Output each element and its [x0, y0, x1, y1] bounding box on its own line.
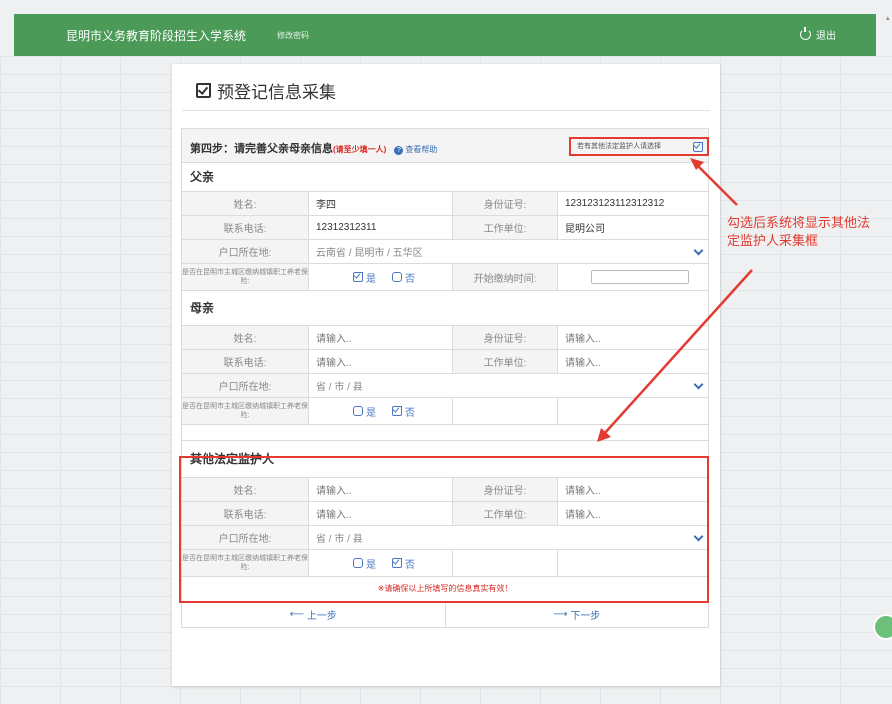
radio-no[interactable]: 否: [392, 270, 415, 285]
mother-work-input[interactable]: 请输入..: [558, 350, 708, 373]
mother-hukou-value: 省 / 市 / 县: [316, 382, 363, 393]
prev-step-button[interactable]: ⟵ 上一步: [182, 602, 446, 627]
label-work: 工作单位:: [453, 216, 558, 239]
chevron-down-icon: [693, 245, 704, 256]
label-name: 姓名:: [182, 326, 309, 349]
father-hukou-value: 云南省 / 昆明市 / 五华区: [316, 248, 423, 259]
mother-id-input[interactable]: 请输入..: [558, 326, 708, 349]
start-time-input[interactable]: [591, 270, 689, 284]
mother-phone-input[interactable]: 请输入..: [309, 350, 453, 373]
mother-insurance-radio[interactable]: 是 否: [309, 398, 453, 424]
mother-hukou-select[interactable]: 省 / 市 / 县: [309, 374, 708, 397]
help-label: 查看帮助: [405, 145, 438, 154]
father-row-phone: 联系电话: 12312312311 工作单位: 昆明公司: [182, 216, 708, 240]
no-label: 否: [405, 273, 415, 285]
yes-label: 是: [366, 407, 376, 419]
label-phone: 联系电话:: [182, 216, 309, 239]
label-phone: 联系电话:: [182, 350, 309, 373]
label-name: 姓名:: [182, 192, 309, 215]
unchecked-icon: [392, 272, 402, 282]
annotation-text: 勾选后系统将显示其他法定监护人采集框: [727, 215, 871, 248]
mother-row-name: 姓名: 请输入.. 身份证号: 请输入..: [182, 326, 708, 350]
step-navigation: ⟵ 上一步 ⟶ 下一步: [182, 602, 708, 627]
mother-row-hukou: 户口所在地: 省 / 市 / 县: [182, 374, 708, 398]
app-title: 昆明市义务教育阶段招生入学系统: [66, 29, 247, 43]
arrow-right-icon: ⟶: [553, 609, 571, 620]
scrollbar-up-arrow[interactable]: ▴: [886, 14, 890, 22]
edit-check-icon: [196, 83, 211, 98]
step-label: 第四步：请完善父亲母亲信息(请至少填一人) ? 查看帮助: [190, 140, 437, 156]
help-link[interactable]: ? 查看帮助: [394, 145, 438, 155]
label-hukou: 户口所在地:: [182, 240, 309, 263]
change-password-link[interactable]: 修改密码: [277, 30, 309, 41]
next-step-button[interactable]: ⟶ 下一步: [446, 602, 709, 627]
father-heading: 父亲: [182, 163, 708, 192]
page-title-text: 预登记信息采集: [217, 83, 336, 102]
no-label: 否: [405, 407, 415, 419]
mother-name-input[interactable]: 请输入..: [309, 326, 453, 349]
question-icon: ?: [394, 146, 404, 155]
other-guardian-label: 若有其他法定监护人请选择: [577, 143, 661, 150]
label-hukou: 户口所在地:: [182, 374, 309, 397]
page-title: 预登记信息采集: [196, 78, 336, 103]
step-title: 第四步：请完善父亲母亲信息: [190, 143, 333, 155]
radio-yes-selected[interactable]: 是: [353, 270, 376, 285]
father-work-input[interactable]: 昆明公司: [558, 216, 708, 239]
logout-button[interactable]: 退出: [800, 27, 836, 42]
empty-cell: [453, 398, 558, 424]
label-insurance: 是否在昆明市主城区缴纳城镇职工养老保险:: [182, 264, 309, 290]
top-navigation-bar: 昆明市义务教育阶段招生入学系统 修改密码 退出: [14, 14, 876, 56]
mother-row-phone: 联系电话: 请输入.. 工作单位: 请输入..: [182, 350, 708, 374]
checked-icon: [392, 406, 402, 416]
start-time-cell: [558, 264, 708, 290]
empty-cell: [558, 398, 708, 424]
father-row-name: 姓名: 李四 身份证号: 123123123112312312: [182, 192, 708, 216]
spacer: [182, 425, 708, 441]
radio-yes[interactable]: 是: [353, 404, 376, 419]
unchecked-icon: [353, 406, 363, 416]
guardian-highlight-frame: [179, 456, 709, 603]
power-icon: [800, 27, 811, 40]
mother-heading: 母亲: [182, 291, 708, 326]
label-id: 身份证号:: [453, 326, 558, 349]
checked-icon: [353, 272, 363, 282]
step-header: 第四步：请完善父亲母亲信息(请至少填一人) ? 查看帮助 若有其他法定监护人请选择: [182, 129, 709, 163]
label-insurance: 是否在昆明市主城区缴纳城镇职工养老保险:: [182, 398, 309, 424]
checkbox-checked-icon: [693, 142, 703, 152]
father-row-insurance: 是否在昆明市主城区缴纳城镇职工养老保险: 是 否 开始缴纳时间:: [182, 264, 708, 291]
prev-label: 上一步: [306, 611, 337, 622]
yes-label: 是: [366, 273, 376, 285]
arrow-left-icon: ⟵: [289, 609, 307, 620]
title-divider: [182, 110, 710, 111]
father-hukou-select[interactable]: 云南省 / 昆明市 / 五华区: [309, 240, 708, 263]
father-name-input[interactable]: 李四: [309, 192, 453, 215]
other-guardian-checkbox[interactable]: 若有其他法定监护人请选择: [569, 137, 709, 156]
father-insurance-radio[interactable]: 是 否: [309, 264, 453, 290]
chevron-down-icon: [693, 379, 704, 390]
father-id-input[interactable]: 123123123112312312: [558, 192, 708, 215]
father-phone-input[interactable]: 12312312311: [309, 216, 453, 239]
floating-badge[interactable]: [873, 614, 892, 640]
next-label: 下一步: [570, 611, 601, 622]
father-row-hukou: 户口所在地: 云南省 / 昆明市 / 五华区: [182, 240, 708, 264]
label-start-time: 开始缴纳时间:: [453, 264, 558, 290]
mother-row-insurance: 是否在昆明市主城区缴纳城镇职工养老保险: 是 否: [182, 398, 708, 425]
step-hint: (请至少填一人): [333, 145, 387, 154]
radio-no-selected[interactable]: 否: [392, 404, 415, 419]
logout-label: 退出: [816, 31, 836, 42]
label-id: 身份证号:: [453, 192, 558, 215]
label-work: 工作单位:: [453, 350, 558, 373]
